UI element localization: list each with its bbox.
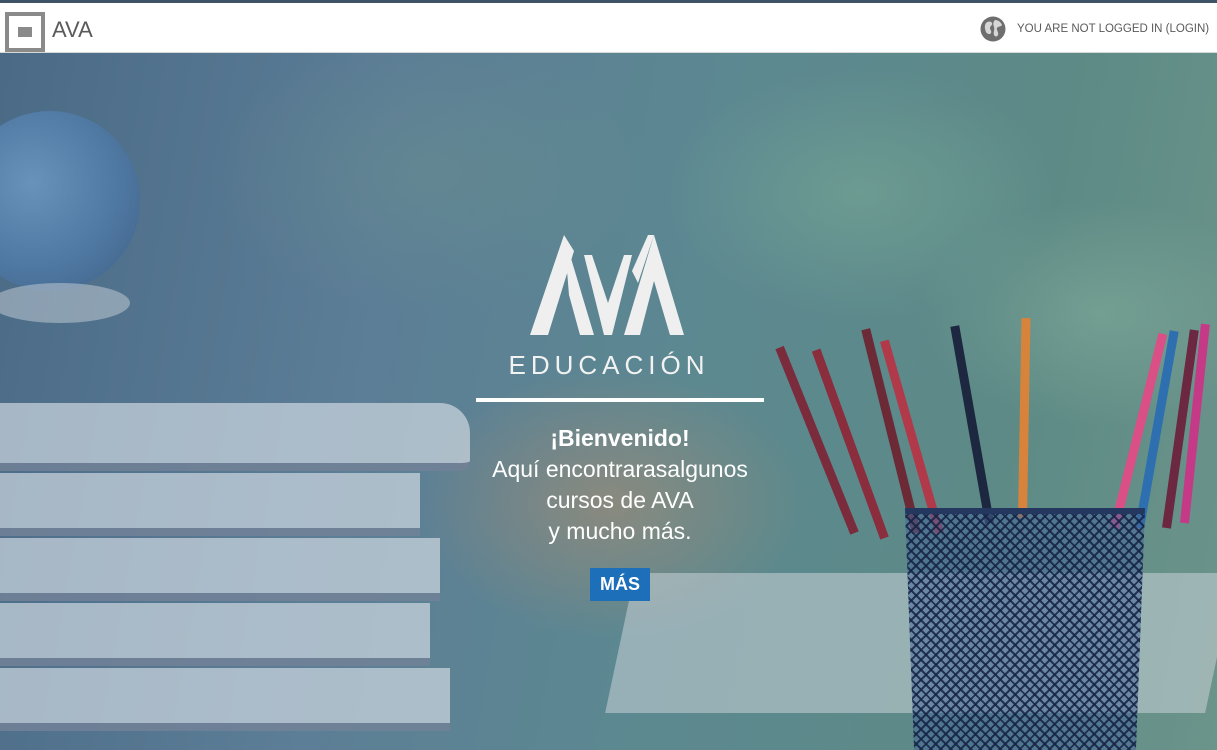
welcome-title: ¡Bienvenido!	[550, 425, 690, 451]
more-button[interactable]: MÁS	[590, 568, 650, 601]
menu-toggle-button[interactable]	[5, 12, 45, 52]
menu-toggle-icon	[18, 27, 32, 37]
globe-icon[interactable]	[980, 16, 1006, 42]
welcome-line-2: cursos de AVA	[546, 487, 694, 513]
login-status-link[interactable]: YOU ARE NOT LOGGED IN (LOGIN)	[1017, 23, 1209, 35]
welcome-message: ¡Bienvenido! Aquí encontrarasalgunos cur…	[420, 423, 820, 547]
hero-content: EDUCACIÓN ¡Bienvenido! Aquí encontrarasa…	[0, 53, 1217, 750]
welcome-line-3: y mucho más.	[548, 518, 692, 544]
top-navbar: AVA YOU ARE NOT LOGGED IN (LOGIN)	[0, 0, 1217, 53]
hero-divider	[476, 398, 764, 402]
site-brand[interactable]: AVA	[52, 17, 93, 43]
logo-education-text: EDUCACIÓN	[508, 350, 710, 380]
welcome-line-1: Aquí encontrarasalgunos	[492, 456, 748, 482]
